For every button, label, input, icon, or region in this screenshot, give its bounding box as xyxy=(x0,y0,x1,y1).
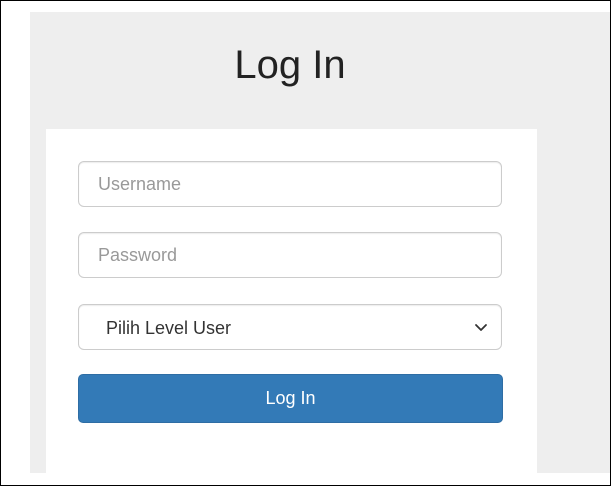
page-title: Log In xyxy=(234,43,346,87)
page-frame: Log In Pilih Level User Log In xyxy=(0,0,611,486)
login-button[interactable]: Log In xyxy=(78,374,503,423)
username-input[interactable] xyxy=(78,161,502,207)
level-user-select-value: Pilih Level User xyxy=(106,318,232,338)
chevron-down-icon xyxy=(475,324,487,331)
level-user-select[interactable]: Pilih Level User xyxy=(78,304,502,350)
password-input[interactable] xyxy=(78,232,502,278)
